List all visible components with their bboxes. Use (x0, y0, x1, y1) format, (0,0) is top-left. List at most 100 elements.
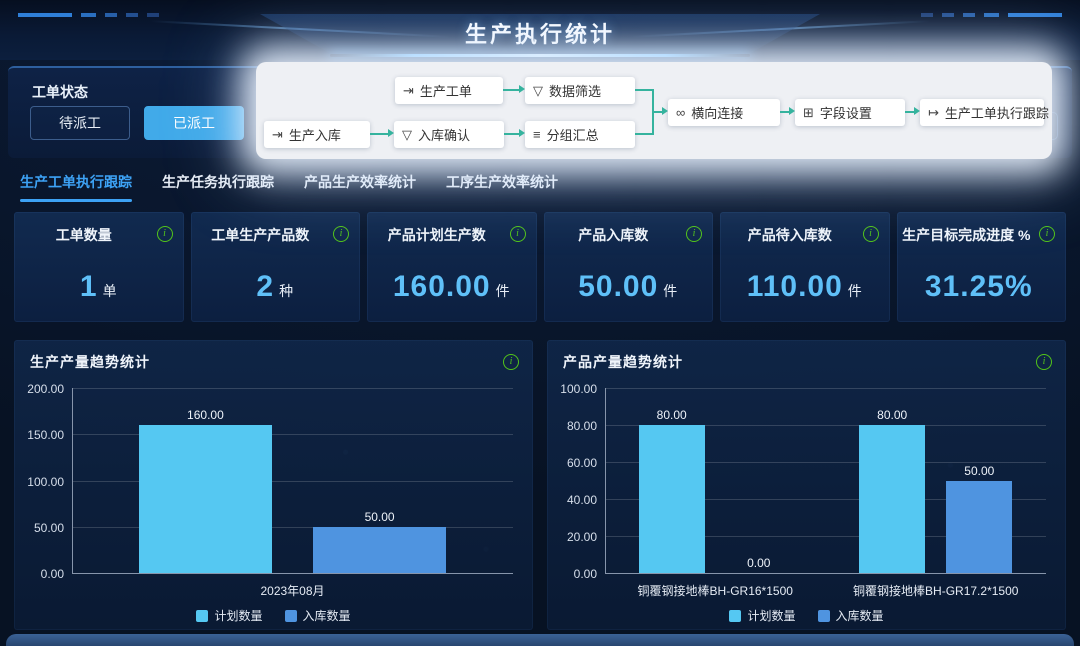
bar-value-label: 50.00 (926, 464, 1032, 478)
tab-task-tracking[interactable]: 生产任务执行跟踪 (162, 172, 274, 202)
workflow-node-label: 横向连接 (691, 103, 743, 122)
filter-label: 工单状态 (32, 82, 88, 102)
kpi-value: 1单 (14, 270, 184, 304)
workflow-node-data-filter[interactable]: ▽ 数据筛选 (525, 77, 635, 104)
tab-work-order-tracking[interactable]: 生产工单执行跟踪 (20, 172, 132, 202)
workflow-node-label: 生产工单执行跟踪 (945, 103, 1049, 122)
legend-label: 计划数量 (214, 607, 262, 624)
legend-swatch (729, 610, 741, 622)
bar-value-label: 160.00 (119, 408, 291, 422)
kpi-value: 50.00件 (544, 270, 714, 304)
y-axis-tick-label: 40.00 (549, 493, 597, 507)
chart-legend: 计划数量 入库数量 (14, 607, 533, 624)
y-axis-tick-label: 0.00 (16, 567, 64, 581)
gridline (72, 434, 513, 435)
kpi-card-row: 工单数量 i 1单 工单生产产品数 i 2种 产品计划生产数 i 160.00件… (14, 212, 1066, 322)
info-icon[interactable]: i (333, 226, 349, 242)
legend-item-入库数量[interactable]: 入库数量 (818, 607, 884, 624)
gridline (72, 388, 513, 389)
kpi-card-product-types: 工单生产产品数 i 2种 (191, 212, 361, 322)
chart-title: 产品产量趋势统计 (563, 352, 683, 372)
y-axis-tick-label: 80.00 (549, 419, 597, 433)
kpi-card-order-count: 工单数量 i 1单 (14, 212, 184, 322)
filter-icon: ▽ (533, 83, 543, 99)
y-axis-line (72, 388, 73, 573)
legend-item-计划数量[interactable]: 计划数量 (196, 607, 262, 624)
legend-label: 计划数量 (747, 607, 795, 624)
workflow-node-field-settings[interactable]: ⊞ 字段设置 (795, 99, 905, 126)
workflow-connector (652, 111, 662, 113)
kpi-value: 2种 (191, 270, 361, 304)
chart-panel-production-trend: 生产产量趋势统计 i 200.00150.00100.0050.000.0016… (14, 340, 533, 630)
input-icon: ⇥ (272, 127, 283, 143)
workflow-node-inbound-confirm[interactable]: ▽ 入库确认 (394, 121, 504, 148)
legend-swatch (818, 610, 830, 622)
etl-workflow-overlay: ⇥ 生产工单 ▽ 数据筛选 ⇥ 生产入库 ▽ 入库确认 ≡ 分组汇总 ∞ 横向连… (256, 62, 1052, 159)
tab-product-efficiency[interactable]: 产品生产效率统计 (304, 172, 416, 202)
workflow-node-label: 分组汇总 (547, 125, 599, 144)
workflow-node-label: 生产入库 (289, 125, 341, 144)
legend-item-入库数量[interactable]: 入库数量 (285, 607, 351, 624)
page-title: 生产执行统计 (0, 17, 1080, 49)
bar-value-label: 80.00 (619, 408, 725, 422)
chart-legend: 计划数量 入库数量 (547, 607, 1066, 624)
y-axis-tick-label: 100.00 (549, 382, 597, 396)
chart-header: 生产产量趋势统计 i (30, 352, 519, 372)
y-axis-line (605, 388, 606, 573)
kpi-title: 产品待入库数 (720, 225, 860, 245)
kpi-title: 工单数量 (14, 225, 154, 245)
bar-value-label: 0.00 (706, 556, 812, 570)
workflow-node-output-tracking[interactable]: ↦ 生产工单执行跟踪 (920, 99, 1044, 126)
tab-process-efficiency[interactable]: 工序生产效率统计 (446, 172, 558, 202)
legend-item-计划数量[interactable]: 计划数量 (729, 607, 795, 624)
next-panel-edge (6, 634, 1074, 646)
kpi-value: 110.00件 (720, 270, 890, 304)
workflow-node-group-summary[interactable]: ≡ 分组汇总 (525, 121, 635, 148)
kpi-card-planned-qty: 产品计划生产数 i 160.00件 (367, 212, 537, 322)
info-icon[interactable]: i (863, 226, 879, 242)
y-axis-tick-label: 60.00 (549, 456, 597, 470)
info-icon[interactable]: i (157, 226, 173, 242)
kpi-title: 产品入库数 (544, 225, 684, 245)
info-icon[interactable]: i (510, 226, 526, 242)
legend-label: 入库数量 (836, 607, 884, 624)
x-axis-category-label: 铜覆钢接地棒BH-GR17.2*1500 (806, 582, 1067, 599)
workflow-node-production-inbound[interactable]: ⇥ 生产入库 (264, 121, 370, 148)
kpi-title: 工单生产产品数 (191, 225, 331, 245)
gridline (72, 481, 513, 482)
kpi-value: 160.00件 (367, 270, 537, 304)
dashboard-background: 生产执行统计 工单状态 待派工 已派工 待完成 ⇥ 生产工单 ▽ 数据筛选 ⇥ … (0, 0, 1080, 646)
workflow-arrowhead (789, 107, 795, 115)
table-icon: ⊞ (803, 105, 814, 121)
workflow-connector (780, 111, 789, 113)
workflow-connector (905, 111, 914, 113)
bar-入库数量 (313, 527, 445, 573)
kpi-card-target-progress: 生产目标完成进度 % i 31.25% (897, 212, 1067, 322)
workflow-node-label: 入库确认 (418, 125, 470, 144)
y-axis-tick-label: 150.00 (16, 428, 64, 442)
header-glow-line (330, 54, 750, 57)
info-icon[interactable]: i (1036, 354, 1052, 370)
chart-title: 生产产量趋势统计 (30, 352, 150, 372)
x-axis-line (605, 573, 1046, 574)
gridline (72, 527, 513, 528)
filter-button[interactable]: 已派工 (144, 106, 244, 140)
workflow-node-production-order[interactable]: ⇥ 生产工单 (395, 77, 503, 104)
kpi-card-inbound-qty: 产品入库数 i 50.00件 (544, 212, 714, 322)
bar-chart-production-trend: 200.00150.00100.0050.000.00160.0050.0020… (14, 370, 533, 630)
bar-value-label: 50.00 (293, 510, 465, 524)
filter-icon: ▽ (402, 127, 412, 143)
legend-swatch (285, 610, 297, 622)
filter-button[interactable]: 待派工 (30, 106, 130, 140)
info-icon[interactable]: i (686, 226, 702, 242)
y-axis-tick-label: 0.00 (549, 567, 597, 581)
bar-计划数量 (139, 425, 271, 573)
workflow-arrowhead (519, 85, 525, 93)
workflow-node-horizontal-join[interactable]: ∞ 横向连接 (668, 99, 780, 126)
workflow-node-label: 字段设置 (820, 103, 872, 122)
gridline (605, 388, 1046, 389)
info-icon[interactable]: i (1039, 226, 1055, 242)
bar-计划数量 (859, 425, 925, 573)
workflow-arrowhead (662, 107, 668, 115)
info-icon[interactable]: i (503, 354, 519, 370)
